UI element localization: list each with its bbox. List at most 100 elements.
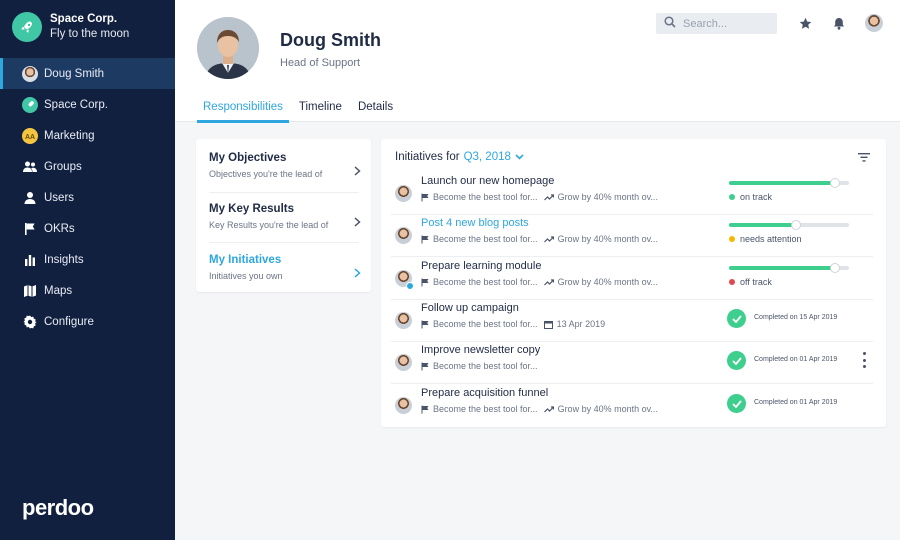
- menu-item-my-initiatives[interactable]: My Initiatives Initiatives you own: [209, 254, 361, 304]
- progress-handle[interactable]: [829, 263, 840, 273]
- initiative-row[interactable]: Prepare acquisition funnel Become the bes…: [391, 385, 873, 427]
- initiative-row[interactable]: Prepare learning module Become the best t…: [391, 258, 873, 300]
- profile-tabs: Responsibilities Timeline Details: [197, 98, 403, 123]
- initiative-title[interactable]: Launch our new homepage: [421, 175, 554, 187]
- objective-label: Become the best tool for...: [433, 361, 538, 371]
- sidebar-nav: Doug Smith Space Corp. AA Marketing Grou…: [0, 58, 175, 337]
- initiative-row[interactable]: Improve newsletter copy Become the best t…: [391, 342, 873, 384]
- rocket-icon: [12, 12, 42, 42]
- completed-label: Completed on 15 Apr 2019: [754, 314, 838, 321]
- check-circle-icon: [727, 309, 746, 328]
- sidebar-item-groups[interactable]: Groups: [0, 151, 175, 182]
- initiative-title[interactable]: Prepare learning module: [421, 260, 541, 272]
- search-box[interactable]: [656, 13, 777, 34]
- menu-item-my-key-results[interactable]: My Key Results Key Results you're the le…: [209, 203, 361, 253]
- sidebar: Space Corp. Fly to the moon Doug Smith S…: [0, 0, 175, 540]
- sidebar-item-doug-smith[interactable]: Doug Smith: [0, 58, 175, 89]
- rocket-icon: [22, 96, 38, 113]
- sidebar-item-label: Space Corp.: [44, 98, 108, 111]
- initiative-meta: Become the best tool for... 13 Apr 2019: [421, 319, 605, 329]
- initiative-title[interactable]: Improve newsletter copy: [421, 344, 540, 356]
- owner-avatar: [395, 227, 412, 244]
- check-circle-icon: [727, 394, 746, 413]
- progress-fill: [729, 223, 797, 227]
- metric-label: Grow by 40% month ov...: [557, 277, 658, 287]
- metric-label: Grow by 40% month ov...: [557, 192, 658, 202]
- progress-handle[interactable]: [791, 220, 802, 230]
- metric-label: Grow by 40% month ov...: [557, 234, 658, 244]
- flag-icon: [421, 278, 429, 287]
- org-switcher[interactable]: Space Corp. Fly to the moon: [12, 12, 129, 42]
- profile-photo: [197, 17, 259, 79]
- sidebar-item-label: Users: [44, 191, 75, 204]
- tab-timeline[interactable]: Timeline: [293, 98, 348, 123]
- owner-avatar: [395, 312, 412, 329]
- brand-logo: perdoo: [22, 495, 94, 520]
- search-icon: [664, 15, 676, 33]
- linked-badge-icon: [406, 282, 414, 290]
- team-badge-icon: AA: [22, 127, 38, 144]
- initiative-row[interactable]: Launch our new homepage Become the best t…: [391, 173, 873, 215]
- search-input[interactable]: [683, 17, 763, 30]
- profile-name: Doug Smith: [280, 30, 381, 50]
- tab-details[interactable]: Details: [352, 98, 399, 123]
- tab-responsibilities[interactable]: Responsibilities: [197, 98, 289, 123]
- sidebar-item-okrs[interactable]: OKRs: [0, 213, 175, 244]
- sidebar-item-configure[interactable]: Configure: [0, 306, 175, 337]
- chevron-right-icon: [354, 214, 361, 232]
- sidebar-item-maps[interactable]: Maps: [0, 275, 175, 306]
- initiative-row[interactable]: Follow up campaign Become the best tool f…: [391, 300, 873, 342]
- user-avatar[interactable]: [865, 14, 883, 32]
- sidebar-item-label: Marketing: [44, 129, 95, 142]
- initiative-title[interactable]: Follow up campaign: [421, 302, 519, 314]
- status-dot: [729, 279, 735, 285]
- menu-item-subtitle: Key Results you're the lead of: [209, 220, 329, 230]
- sidebar-item-space-corp[interactable]: Space Corp.: [0, 89, 175, 120]
- flag-icon: [421, 362, 429, 371]
- status-label: needs attention: [740, 234, 802, 244]
- menu-item-subtitle: Initiatives you own: [209, 271, 283, 281]
- trend-icon: [543, 235, 554, 243]
- filter-icon[interactable]: [858, 149, 870, 167]
- bell-icon[interactable]: [831, 15, 847, 31]
- sidebar-item-label: Groups: [44, 160, 82, 173]
- objective-label: Become the best tool for...: [433, 234, 538, 244]
- menu-item-my-objectives[interactable]: My Objectives Objectives you're the lead…: [209, 152, 361, 202]
- initiative-row[interactable]: Post 4 new blog posts Become the best too…: [391, 215, 873, 257]
- groups-icon: [22, 159, 38, 175]
- gear-icon: [22, 314, 38, 330]
- initiative-title[interactable]: Prepare acquisition funnel: [421, 387, 548, 399]
- chevron-right-icon: [354, 163, 361, 181]
- menu-item-title: My Initiatives: [209, 254, 282, 266]
- flag-icon: [421, 405, 429, 414]
- star-icon[interactable]: [797, 15, 813, 31]
- user-icon: [22, 190, 38, 206]
- responsibilities-menu: My Objectives Objectives you're the lead…: [196, 139, 371, 292]
- period-selector[interactable]: Q3, 2018: [464, 151, 524, 163]
- calendar-icon: [543, 320, 553, 329]
- progress-bar: [729, 220, 849, 230]
- flag-icon: [22, 221, 38, 237]
- progress-handle[interactable]: [829, 178, 840, 188]
- progress-bar: [729, 178, 849, 188]
- svg-text:AA: AA: [25, 134, 35, 141]
- bar-chart-icon: [22, 252, 38, 268]
- period-label: Q3, 2018: [463, 151, 511, 163]
- status-indicator: needs attention: [729, 234, 802, 244]
- org-name: Space Corp.: [50, 13, 118, 25]
- chevron-right-icon: [354, 265, 361, 283]
- sidebar-item-label: OKRs: [44, 222, 75, 235]
- sidebar-item-label: Maps: [44, 284, 73, 297]
- sidebar-item-marketing[interactable]: AA Marketing: [0, 120, 175, 151]
- status-dot: [729, 194, 735, 200]
- status-indicator: on track: [729, 192, 772, 202]
- initiative-title[interactable]: Post 4 new blog posts: [421, 217, 529, 229]
- sidebar-item-users[interactable]: Users: [0, 182, 175, 213]
- flag-icon: [421, 193, 429, 202]
- sidebar-item-insights[interactable]: Insights: [0, 244, 175, 275]
- owner-avatar: [395, 397, 412, 414]
- flag-icon: [421, 320, 429, 329]
- more-options-icon[interactable]: [861, 352, 867, 368]
- check-circle-icon: [727, 351, 746, 370]
- metric-label: Grow by 40% month ov...: [557, 404, 658, 414]
